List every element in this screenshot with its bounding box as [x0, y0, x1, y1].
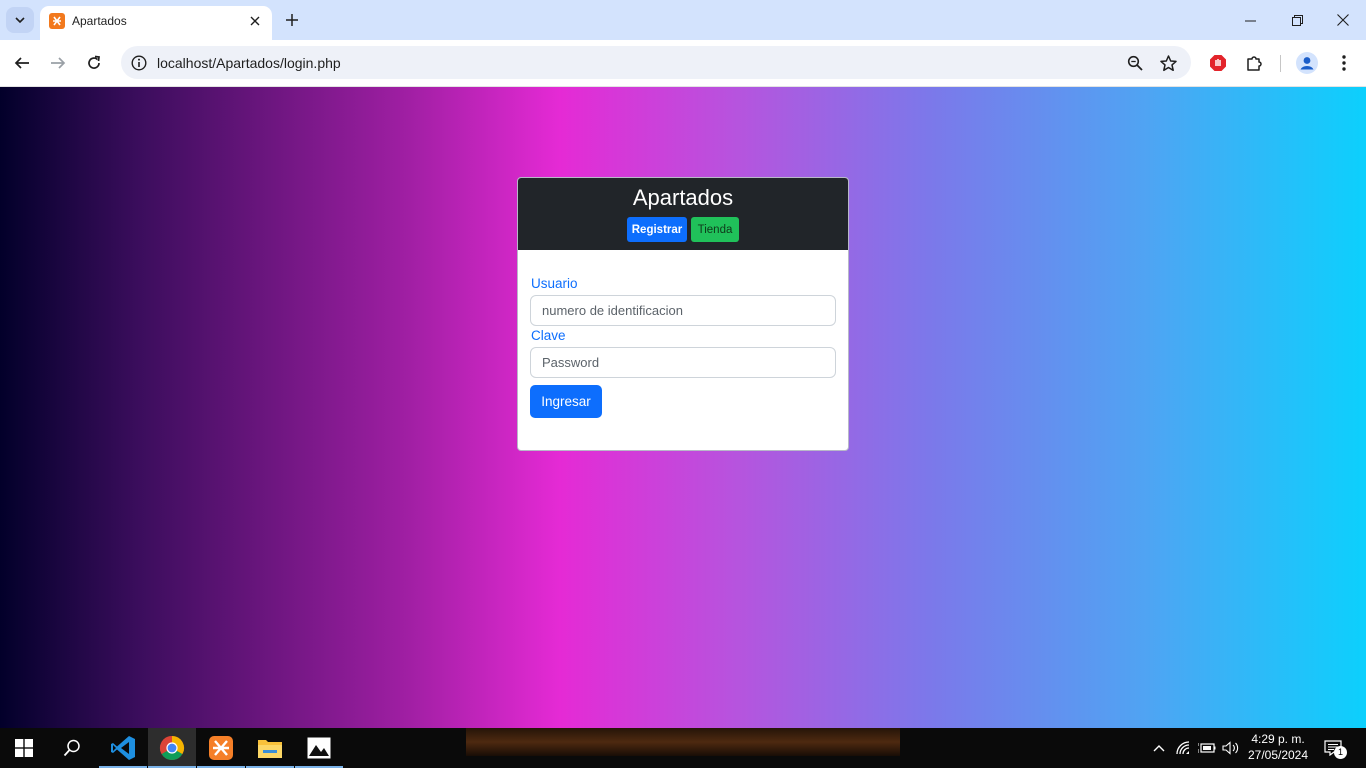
new-tab-button[interactable] — [281, 9, 303, 31]
action-center-button[interactable]: 1 — [1323, 738, 1347, 759]
url-text[interactable]: localhost/Apartados/login.php — [157, 55, 341, 71]
reload-button[interactable] — [81, 50, 107, 76]
more-menu-icon[interactable] — [1333, 52, 1355, 74]
minimize-button[interactable] — [1234, 6, 1266, 34]
tab-search-button[interactable] — [6, 7, 34, 33]
chevron-up-icon — [1153, 745, 1165, 752]
usuario-label: Usuario — [531, 276, 578, 291]
tab-close-button[interactable] — [246, 12, 264, 30]
chrome-taskbar-app[interactable] — [148, 728, 196, 768]
site-info-icon[interactable] — [129, 53, 148, 72]
tienda-button[interactable]: Tienda — [691, 217, 739, 242]
vscode-icon — [111, 736, 135, 760]
bookmark-star-icon[interactable] — [1158, 53, 1178, 73]
back-button[interactable] — [9, 50, 35, 76]
toolbar-divider — [1280, 55, 1281, 72]
restore-button[interactable] — [1281, 6, 1313, 34]
arrow-right-icon — [51, 57, 66, 69]
profile-avatar-icon[interactable] — [1296, 52, 1318, 74]
clock-time: 4:29 p. m. — [1251, 732, 1305, 746]
chrome-icon — [159, 736, 185, 761]
usuario-input[interactable] — [530, 295, 836, 326]
ingresar-button[interactable]: Ingresar — [530, 385, 602, 418]
windows-taskbar: 4:29 p. m. 27/05/2024 1 — [0, 728, 1366, 768]
login-card: Apartados Registrar Tienda Usuario Clave… — [517, 177, 849, 451]
browser-tab[interactable]: Apartados — [40, 6, 272, 40]
windows-logo-icon — [15, 739, 33, 757]
registrar-button[interactable]: Registrar — [627, 217, 687, 242]
page-background: Apartados Registrar Tienda Usuario Clave… — [0, 87, 1366, 728]
address-bar[interactable]: localhost/Apartados/login.php — [121, 46, 1191, 79]
volume-icon[interactable] — [1221, 738, 1241, 758]
notification-count-badge: 1 — [1334, 746, 1347, 759]
xampp-taskbar-app[interactable] — [197, 728, 245, 768]
clock-date: 27/05/2024 — [1247, 748, 1309, 762]
photos-icon — [307, 737, 331, 759]
taskbar-wallpaper-strip — [466, 728, 900, 756]
arrow-left-icon — [14, 57, 29, 69]
forward-button[interactable] — [45, 50, 71, 76]
close-icon — [1337, 14, 1349, 26]
close-icon — [250, 16, 260, 26]
adblock-extension-icon[interactable] — [1207, 52, 1229, 74]
xampp-favicon-icon — [49, 13, 65, 29]
extensions-puzzle-icon[interactable] — [1243, 52, 1265, 74]
photos-taskbar-app[interactable] — [295, 728, 343, 768]
battery-icon[interactable] — [1197, 738, 1217, 758]
clave-input[interactable] — [530, 347, 836, 378]
plus-icon — [286, 14, 298, 26]
chevron-down-icon — [15, 17, 25, 24]
network-icon[interactable] — [1174, 738, 1194, 758]
page-title: Apartados — [632, 185, 734, 210]
clave-label: Clave — [531, 328, 566, 343]
browser-tab-bar: Apartados — [0, 0, 1366, 40]
restore-icon — [1291, 14, 1303, 26]
minimize-icon — [1244, 20, 1256, 21]
system-clock[interactable]: 4:29 p. m. 27/05/2024 — [1244, 731, 1312, 763]
login-card-header: Apartados Registrar Tienda — [518, 178, 848, 250]
search-icon — [63, 739, 80, 757]
zoom-icon[interactable] — [1125, 53, 1145, 73]
browser-toolbar: localhost/Apartados/login.php — [0, 40, 1366, 87]
reload-icon — [88, 55, 100, 69]
file-explorer-taskbar-app[interactable] — [246, 728, 294, 768]
xampp-icon — [209, 736, 233, 760]
search-button[interactable] — [48, 728, 96, 768]
show-hidden-icons-button[interactable] — [1149, 738, 1169, 758]
start-button[interactable] — [0, 728, 48, 768]
vscode-taskbar-app[interactable] — [99, 728, 147, 768]
folder-icon — [258, 740, 282, 758]
close-window-button[interactable] — [1327, 6, 1359, 34]
tab-title: Apartados — [72, 14, 127, 28]
